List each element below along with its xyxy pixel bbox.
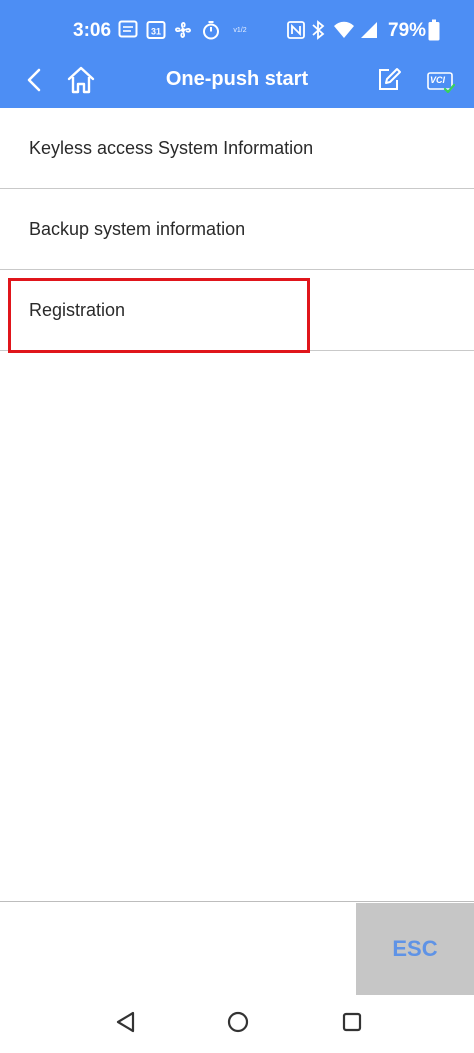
triangle-back-icon [115,1011,137,1038]
list-item-label: Keyless access System Information [29,137,314,158]
edit-button[interactable] [369,62,409,102]
app-bar: One-push start VCI [0,58,474,108]
vci-icon: VCI [427,71,456,94]
menu-list: Keyless access System Information Backup… [0,108,474,353]
nfc-icon [286,18,306,42]
edit-icon [376,67,402,98]
vpn-icon: v1/2 [233,26,247,34]
list-item-registration[interactable]: Registration [0,270,474,353]
battery-percent: 79% [388,20,427,41]
wifi-icon [332,18,356,42]
list-item-backup-system-info[interactable]: Backup system information [0,189,474,270]
nav-recents-button[interactable] [335,1007,369,1041]
nav-home-button[interactable] [221,1007,255,1041]
svg-text:31: 31 [151,27,161,37]
list-item-label: Backup system information [29,218,246,239]
battery-icon [427,18,441,42]
timer-icon [200,18,222,42]
square-recents-icon [341,1011,363,1038]
status-time: 3:06 [73,20,112,41]
vci-label: VCI [430,75,446,85]
app-header: 3:06 31 v1/2 79% One-push start VCI [0,0,474,108]
status-bar: 3:06 31 v1/2 79% [0,0,474,58]
signal-icon [358,18,380,42]
vci-status-button[interactable]: VCI [421,62,461,102]
nav-back-button[interactable] [109,1007,143,1041]
bluetooth-icon [309,18,327,42]
circle-home-icon [227,1011,249,1038]
message-icon [117,18,139,42]
list-item-label: Registration [29,299,126,320]
calendar-icon: 31 [145,18,167,42]
esc-button[interactable]: ESC [356,903,474,995]
list-item-keyless-access-info[interactable]: Keyless access System Information [0,108,474,189]
system-nav-bar [0,995,474,1053]
fan-icon [172,18,194,42]
